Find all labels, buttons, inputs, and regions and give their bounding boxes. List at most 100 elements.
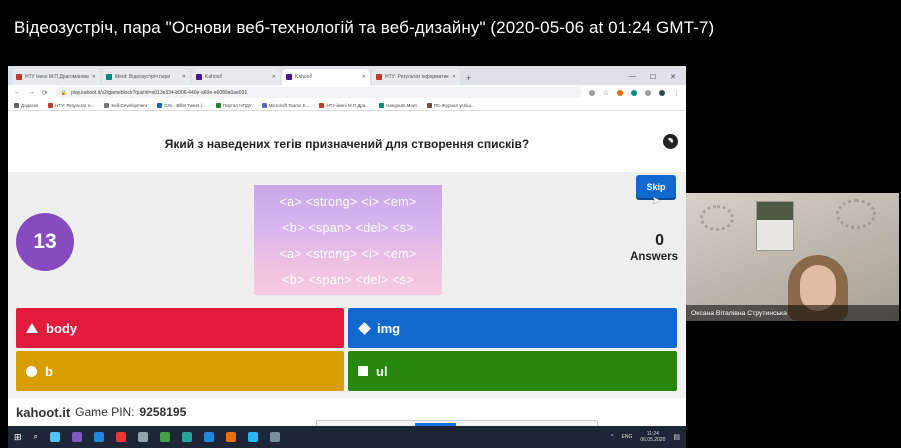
bookmark-label: Gmi - Billet Tweet (... — [164, 102, 206, 108]
bookmark-label: НТУ імені М.П.Дра... — [326, 102, 370, 108]
participant-name: Оксана Віталівна Струтинська — [686, 305, 899, 321]
square-icon — [358, 366, 368, 376]
windows-start-icon[interactable]: ⊞ — [14, 432, 22, 443]
tab-close-icon[interactable]: ✕ — [362, 74, 366, 80]
clock[interactable]: 11:24 06.05.2020 — [640, 431, 665, 443]
browser-tab[interactable]: НТУ імені М.П.Драгоманова ✕ — [12, 69, 100, 85]
kahoot-logo-icon — [663, 134, 678, 149]
question-bar: Який з наведених тегів призначений для с… — [8, 111, 686, 172]
tab-label: Kahoot! — [205, 74, 223, 80]
bookmark-item[interactable]: НТУ імені М.П.Дра... — [319, 102, 370, 108]
tab-favicon-icon — [16, 74, 22, 80]
extensions: ☆ ⋮ — [588, 89, 680, 97]
bookmark-item[interactable]: Додатки — [14, 102, 38, 108]
taskbar-app-icon[interactable] — [72, 432, 83, 442]
tag-line: <a> <strong> <i> <em> — [279, 195, 417, 209]
answers-label: Answers — [630, 251, 678, 263]
bookmark-favicon-icon — [261, 102, 267, 108]
bookmark-favicon-icon — [14, 102, 19, 108]
bookmark-favicon-icon — [379, 102, 385, 108]
bookmark-item[interactable]: Self-Development — [104, 102, 148, 108]
bookmark-item[interactable]: НТУ: Результат н... — [48, 102, 95, 108]
tab-favicon-icon — [376, 74, 382, 80]
answer-option-1[interactable]: body — [16, 308, 344, 348]
countdown-timer: 13 — [16, 213, 74, 271]
taskbar-app-icon[interactable] — [270, 432, 281, 442]
close-window-button[interactable]: ✕ — [670, 73, 676, 81]
tab-label: НТУ: Результат інформатики — [385, 74, 449, 80]
notifications-icon[interactable]: ▤ — [673, 433, 680, 441]
extension-icon[interactable] — [617, 89, 623, 96]
bookmark-item[interactable]: Hangouts Meet — [379, 102, 417, 108]
extension-icon[interactable] — [631, 89, 637, 96]
bookmark-label: НТУ: Результат н... — [55, 102, 95, 108]
forward-icon[interactable]: → — [28, 89, 35, 96]
browser-tab[interactable]: Meet: Відеозустріч пари ✕ — [102, 69, 190, 85]
game-pin: 9258195 — [139, 405, 187, 419]
circle-icon — [26, 365, 37, 377]
bookmark-item[interactable]: Портал НПДУ — [215, 102, 252, 108]
answer-option-3[interactable]: b — [16, 351, 344, 391]
profile-avatar[interactable] — [659, 89, 665, 96]
url-input[interactable]: 🔒 play.kahoot.it/v2/gameblock?quizId=a01… — [54, 87, 582, 98]
tab-label: Kahoot! — [295, 74, 313, 80]
bookmark-item[interactable]: Gmi - Billet Tweet (... — [157, 102, 206, 108]
bookmark-label: ПС-Журнал успіш... — [433, 102, 475, 108]
tab-label: Meet: Відеозустріч пари — [115, 74, 171, 80]
maximize-button[interactable]: ☐ — [650, 73, 656, 81]
window-controls: — ☐ ✕ — [629, 73, 686, 81]
taskbar-app-icon[interactable] — [116, 432, 127, 442]
taskbar-app-icon[interactable] — [160, 432, 171, 442]
taskbar-app-icon[interactable] — [226, 432, 237, 442]
game-pin-label: Game PIN: — [75, 405, 135, 419]
taskbar-app-icon[interactable] — [204, 432, 215, 442]
menu-icon[interactable]: ⋮ — [673, 89, 680, 97]
tab-favicon-icon — [196, 74, 202, 80]
mouse-cursor-icon: ➤ — [651, 195, 661, 207]
tab-close-icon[interactable]: ✕ — [452, 74, 456, 80]
question-text: Який з наведених тегів призначений для с… — [164, 137, 530, 151]
language-indicator[interactable]: ENG — [622, 434, 633, 440]
tray-arrow-icon[interactable]: ^ — [611, 434, 613, 440]
new-tab-button[interactable]: + — [466, 73, 471, 83]
taskbar-app-icon[interactable] — [50, 432, 61, 442]
bookmark-label: Hangouts Meet — [386, 102, 417, 108]
bookmark-label: Self-Development — [111, 102, 148, 108]
extension-icon[interactable] — [588, 89, 595, 96]
browser-tab-active[interactable]: Kahoot! ✕ — [282, 69, 370, 85]
taskbar-app-icon[interactable] — [248, 432, 259, 442]
browser-tab[interactable]: Kahoot! ✕ — [192, 69, 280, 85]
wall-calendar — [756, 201, 794, 251]
reload-icon[interactable]: ⟳ — [42, 89, 48, 97]
question-image: <a> <strong> <i> <em> <b> <span> <del> <… — [254, 185, 442, 295]
bookmark-label: Microsoft Teams E... — [268, 102, 310, 108]
bookmark-item[interactable]: ПС-Журнал успіш... — [426, 102, 475, 108]
back-icon[interactable]: ← — [14, 89, 21, 96]
video-title: Відеозустріч, пара "Основи веб-технологі… — [14, 18, 715, 37]
tag-line: <b> <span> <del> <s> — [282, 221, 414, 235]
tab-close-icon[interactable]: ✕ — [92, 74, 96, 80]
search-icon[interactable]: ⌕ — [34, 432, 38, 442]
browser-tab[interactable]: НТУ: Результат інформатики ✕ — [372, 69, 460, 85]
wallpaper-pattern — [700, 205, 734, 231]
address-bar: ← → ⟳ 🔒 play.kahoot.it/v2/gameblock?quiz… — [8, 85, 686, 100]
taskbar-app-icon[interactable] — [138, 432, 149, 442]
tab-favicon-icon — [286, 74, 292, 80]
taskbar-app-icon[interactable] — [94, 432, 105, 442]
taskbar-app-icon[interactable] — [182, 432, 193, 442]
answer-label: b — [45, 363, 53, 379]
extension-icon[interactable] — [645, 89, 651, 96]
bookmark-favicon-icon — [48, 102, 54, 108]
bookmark-favicon-icon — [104, 102, 110, 108]
answer-option-4[interactable]: ul — [348, 351, 677, 391]
answer-option-2[interactable]: img — [348, 308, 677, 348]
minimize-button[interactable]: — — [629, 73, 636, 81]
tab-close-icon[interactable]: ✕ — [182, 74, 186, 80]
tab-close-icon[interactable]: ✕ — [272, 74, 276, 80]
answers-count: 0 — [655, 232, 664, 249]
participant-video: Оксана Віталівна Струтинська — [686, 193, 899, 321]
wallpaper-pattern — [836, 199, 876, 229]
bookmark-item[interactable]: Microsoft Teams E... — [261, 102, 310, 108]
star-icon[interactable]: ☆ — [603, 89, 609, 97]
bookmark-favicon-icon — [319, 102, 325, 108]
